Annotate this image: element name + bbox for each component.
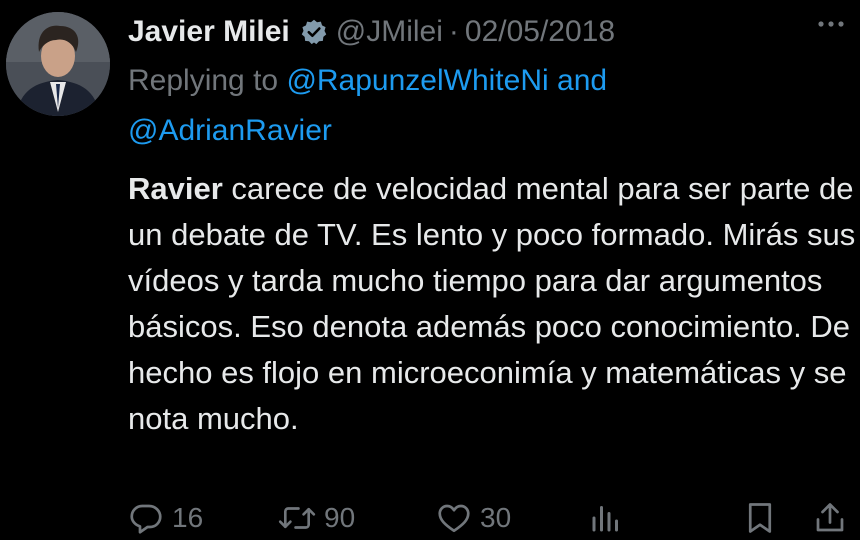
tweet-date[interactable]: 02/05/2018 — [465, 15, 615, 49]
tweet-text: Ravier carece de velocidad mental para s… — [128, 166, 858, 442]
mention-adrianravier[interactable]: @AdrianRavier — [128, 114, 332, 147]
avatar[interactable] — [6, 12, 110, 116]
bookmark-icon — [742, 500, 778, 536]
retweet-button[interactable]: 90 — [278, 496, 355, 540]
tweet: Javier Milei @JMilei · 02/05/2018 Replyi… — [0, 0, 860, 540]
like-button[interactable]: 30 — [436, 496, 511, 540]
reply-icon — [128, 500, 164, 536]
reply-button[interactable]: 16 — [128, 496, 203, 540]
retweet-icon — [278, 500, 316, 536]
replying-to-label: Replying to — [128, 64, 279, 97]
views-button[interactable] — [588, 496, 624, 540]
separator-dot: · — [448, 15, 459, 48]
author-handle[interactable]: @JMilei — [336, 15, 443, 49]
share-button[interactable] — [812, 496, 848, 540]
bookmark-button[interactable] — [742, 496, 778, 540]
like-count: 30 — [480, 502, 512, 533]
more-icon[interactable] — [816, 14, 846, 34]
tweet-text-content: carece de velocidad mental para ser part… — [128, 171, 856, 436]
mention-rapunzelwhiteni[interactable]: @RapunzelWhiteNi — [286, 64, 548, 97]
author-name[interactable]: Javier Milei — [128, 15, 290, 49]
replying-to: Replying to @RapunzelWhiteNi and @Adrian… — [128, 56, 828, 156]
verified-icon — [300, 18, 328, 46]
like-icon — [436, 500, 472, 536]
action-bar: 16 90 30 — [128, 496, 860, 540]
reply-count: 16 — [172, 502, 204, 533]
mention-conjunction: and — [557, 64, 608, 97]
retweet-count: 90 — [324, 502, 356, 533]
tweet-text-highlight: Ravier — [128, 171, 223, 206]
tweet-header: Javier Milei @JMilei · 02/05/2018 — [128, 10, 860, 54]
share-icon — [812, 500, 848, 536]
views-icon — [588, 500, 624, 536]
